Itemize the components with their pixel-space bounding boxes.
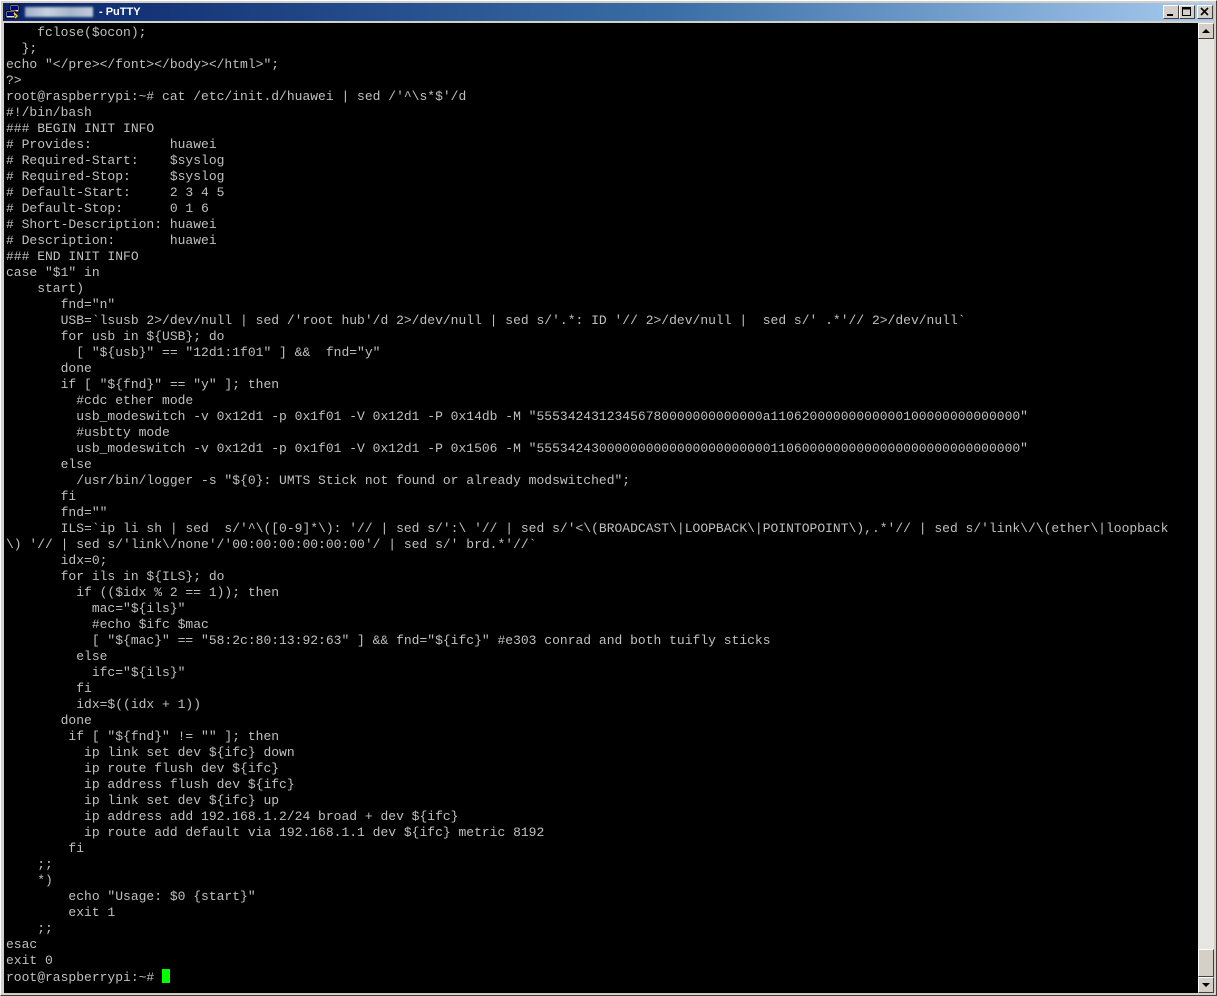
- terminal-line: ;;: [6, 921, 53, 936]
- scroll-down-button[interactable]: [1198, 977, 1214, 993]
- terminal-line: [ "${usb}" == "12d1:1f01" ] && fnd="y": [6, 345, 381, 360]
- close-icon: [1200, 7, 1209, 16]
- terminal-line: ILS=`ip li sh | sed s/'^\([0-9]*\): '// …: [6, 521, 1169, 536]
- terminal-line: # Default-Start: 2 3 4 5: [6, 185, 225, 200]
- arrow-down-icon: [1202, 983, 1210, 987]
- terminal-line: fi: [6, 489, 77, 504]
- terminal-screen[interactable]: fclose($ocon); }; echo "</pre></font></bo…: [4, 23, 1198, 993]
- maximize-icon: [1182, 7, 1191, 16]
- terminal-line: #usbtty mode: [6, 425, 170, 440]
- terminal-line: #!/bin/bash: [6, 105, 92, 120]
- terminal-line: };: [6, 41, 38, 56]
- terminal-line: fi: [6, 841, 85, 856]
- title-bar[interactable]: - PuTTY: [3, 3, 1214, 21]
- terminal-line: start): [6, 281, 85, 296]
- terminal-line: idx=$((idx + 1)): [6, 697, 202, 712]
- terminal-line: # Default-Stop: 0 1 6: [6, 201, 209, 216]
- scroll-up-button[interactable]: [1198, 23, 1214, 39]
- terminal-line: done: [6, 713, 92, 728]
- terminal-line: # Required-Start: $syslog: [6, 153, 225, 168]
- minimize-icon: [1167, 14, 1173, 16]
- terminal-line: #echo $ifc $mac: [6, 617, 209, 632]
- putty-icon[interactable]: [5, 4, 21, 20]
- terminal-line: # Provides: huawei: [6, 137, 217, 152]
- terminal-output: fclose($ocon); }; echo "</pre></font></bo…: [6, 25, 1168, 985]
- terminal-line: fnd="": [6, 505, 108, 520]
- terminal-line: # Description: huawei: [6, 233, 217, 248]
- terminal-line: for ils in ${ILS}; do: [6, 569, 225, 584]
- terminal-line: *): [6, 873, 53, 888]
- terminal-line: fnd="n": [6, 297, 116, 312]
- terminal-line: ip route add default via 192.168.1.1 dev…: [6, 825, 545, 840]
- terminal-line: else: [6, 649, 108, 664]
- putty-window: - PuTTY fclose($ocon); }; echo "</pre></f…: [0, 0, 1217, 996]
- terminal-line: ip link set dev ${ifc} down: [6, 745, 295, 760]
- shell-prompt: root@raspberrypi:~#: [6, 970, 163, 985]
- terminal-line: idx=0;: [6, 553, 108, 568]
- redacted-hostname: [25, 7, 93, 17]
- terminal-line: ?>: [6, 73, 22, 88]
- terminal-line: if [ "${fnd}" == "y" ]; then: [6, 377, 280, 392]
- terminal-line: esac: [6, 937, 38, 952]
- terminal-line: fclose($ocon);: [6, 25, 147, 40]
- terminal-line: ip address add 192.168.1.2/24 broad + de…: [6, 809, 459, 824]
- terminal-line: ifc="${ils}": [6, 665, 186, 680]
- window-title: - PuTTY: [99, 6, 141, 18]
- terminal-line: # Short-Description: huawei: [6, 217, 217, 232]
- terminal-line: exit 1: [6, 905, 116, 920]
- terminal-line: #cdc ether mode: [6, 393, 194, 408]
- terminal-line: echo "</pre></font></body></html>";: [6, 57, 280, 72]
- prompt-line[interactable]: root@raspberrypi:~#: [6, 969, 1168, 985]
- terminal-line: fi: [6, 681, 92, 696]
- terminal-line: ip link set dev ${ifc} up: [6, 793, 280, 808]
- close-button[interactable]: [1197, 5, 1213, 19]
- terminal-line: # Required-Stop: $syslog: [6, 169, 225, 184]
- scroll-thumb[interactable]: [1198, 949, 1214, 977]
- terminal-line: done: [6, 361, 92, 376]
- terminal-line: usb_modeswitch -v 0x12d1 -p 0x1f01 -V 0x…: [6, 441, 1028, 456]
- maximize-button[interactable]: [1179, 5, 1195, 19]
- terminal-line: [ "${mac}" == "58:2c:80:13:92:63" ] && f…: [6, 633, 771, 648]
- vertical-scrollbar[interactable]: [1198, 23, 1214, 993]
- terminal-line: for usb in ${USB}; do: [6, 329, 225, 344]
- terminal-line: ip address flush dev ${ifc}: [6, 777, 295, 792]
- minimize-button[interactable]: [1163, 5, 1179, 19]
- terminal-line: if (($idx % 2 == 1)); then: [6, 585, 280, 600]
- terminal-line: else: [6, 457, 92, 472]
- terminal-line: \) '// | sed s/'link\/none'/'00:00:00:00…: [6, 537, 537, 552]
- terminal-line: root@raspberrypi:~# cat /etc/init.d/huaw…: [6, 89, 467, 104]
- terminal-line: mac="${ils}": [6, 601, 186, 616]
- text-cursor: [162, 969, 171, 983]
- terminal-line: ### BEGIN INIT INFO: [6, 121, 155, 136]
- terminal-line: case "$1" in: [6, 265, 100, 280]
- terminal-line: ### END INIT INFO: [6, 249, 139, 264]
- terminal-line: usb_modeswitch -v 0x12d1 -p 0x1f01 -V 0x…: [6, 409, 1028, 424]
- terminal-line: ip route flush dev ${ifc}: [6, 761, 280, 776]
- terminal-line: if [ "${fnd}" != "" ]; then: [6, 729, 280, 744]
- terminal-line: echo "Usage: $0 {start}": [6, 889, 256, 904]
- terminal-line: USB=`lsusb 2>/dev/null | sed /'root hub'…: [6, 313, 966, 328]
- terminal-line: ;;: [6, 857, 53, 872]
- terminal-line: exit 0: [6, 953, 53, 968]
- arrow-up-icon: [1202, 29, 1210, 33]
- terminal-line: /usr/bin/logger -s "${0}: UMTS Stick not…: [6, 473, 631, 488]
